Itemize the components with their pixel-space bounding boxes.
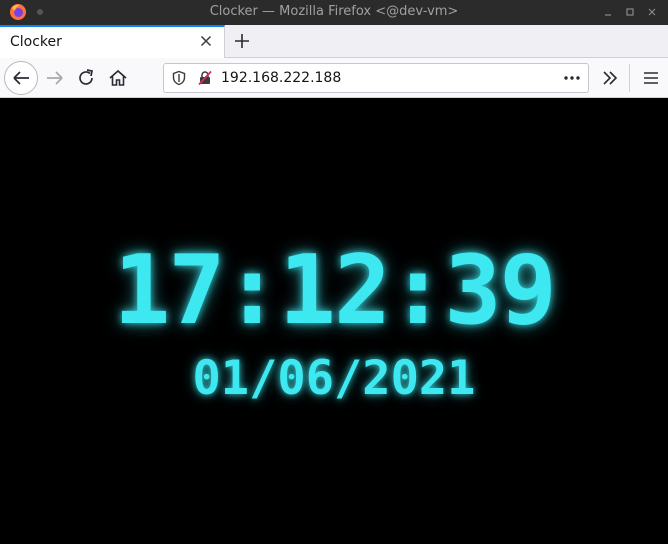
- page-actions-icon[interactable]: [562, 68, 582, 88]
- tab-clocker[interactable]: Clocker: [0, 25, 225, 58]
- clock-date: 01/06/2021: [192, 351, 476, 406]
- tab-title: Clocker: [10, 34, 62, 50]
- navigation-toolbar: 192.168.222.188: [0, 58, 668, 98]
- url-text[interactable]: 192.168.222.188: [221, 70, 341, 86]
- insecure-lock-icon[interactable]: [197, 70, 213, 86]
- home-icon[interactable]: [106, 66, 130, 90]
- minimize-button[interactable]: [601, 5, 615, 19]
- page-content: 17:12:39 01/06/2021: [0, 99, 668, 544]
- close-window-button[interactable]: [645, 5, 659, 19]
- forward-icon[interactable]: [43, 66, 67, 90]
- back-button[interactable]: [4, 61, 38, 95]
- tab-close-icon[interactable]: [198, 33, 214, 49]
- maximize-button[interactable]: [623, 5, 637, 19]
- menu-icon[interactable]: [639, 66, 663, 90]
- window-title: Clocker — Mozilla Firefox <@dev-vm>: [209, 4, 459, 19]
- url-bar[interactable]: 192.168.222.188: [163, 63, 589, 93]
- toolbar-separator: [629, 64, 630, 92]
- tab-strip: Clocker: [0, 25, 668, 58]
- minimize-icon: [605, 14, 611, 16]
- back-icon: [13, 71, 29, 85]
- new-tab-icon[interactable]: [232, 31, 252, 51]
- overflow-icon[interactable]: [598, 66, 622, 90]
- maximize-icon: [626, 8, 634, 16]
- close-icon: [648, 8, 656, 16]
- clock-time: 17:12:39: [113, 236, 557, 346]
- reload-icon[interactable]: [74, 66, 98, 90]
- window-titlebar: Clocker — Mozilla Firefox <@dev-vm>: [0, 0, 668, 25]
- shield-icon[interactable]: [171, 70, 187, 86]
